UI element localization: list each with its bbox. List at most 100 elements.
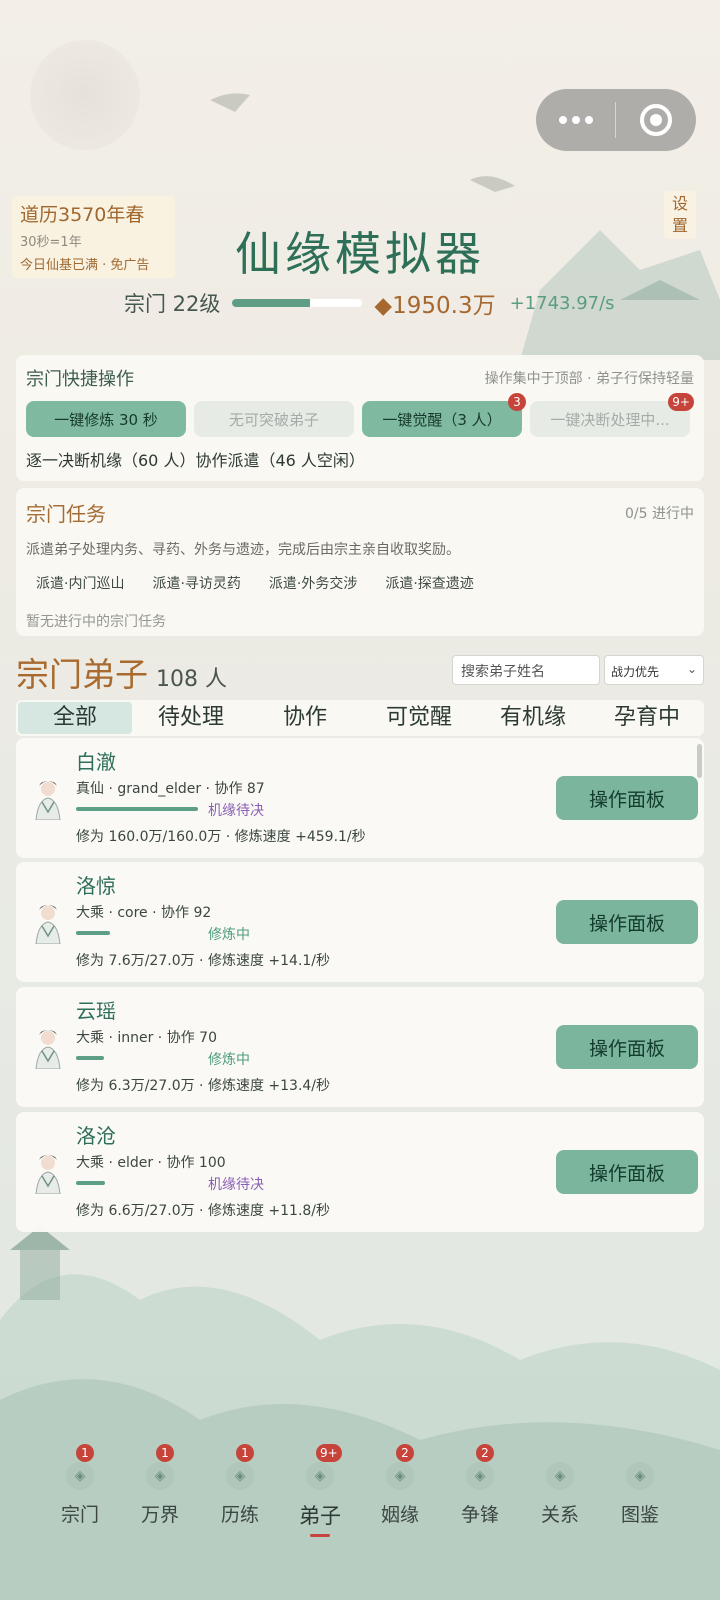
notification-badge: 2 — [396, 1444, 414, 1462]
trial-icon: ◈ — [226, 1462, 254, 1490]
disciples-title: 宗门弟子 — [16, 655, 148, 694]
dispatch-action[interactable]: 派遣·内门巡山 — [36, 573, 124, 593]
dispatch-action[interactable]: 派遣·寻访灵药 — [152, 573, 240, 593]
notification-badge: 9+ — [316, 1444, 342, 1462]
disciple-filter-tabs: 全部 待处理 协作 可觉醒 有机缘 孕育中 — [16, 700, 704, 736]
quick-action-button[interactable]: 一键觉醒（3 人） 3 — [362, 393, 526, 437]
filter-tab[interactable]: 待处理 — [134, 700, 248, 736]
nav-label: 图鉴 — [620, 1504, 659, 1526]
disciple-card[interactable]: 云瑶 大乘 · inner · 协作 70 修炼中 修为 6.3万/27.0万 · 修… — [16, 987, 704, 1107]
filter-tab[interactable]: 协作 — [248, 700, 362, 736]
avatar — [28, 776, 68, 821]
nav-label: 万界 — [140, 1504, 179, 1526]
avatar — [28, 1150, 68, 1195]
avatar — [28, 900, 68, 945]
disciple-card[interactable]: 洛沧 大乘 · elder · 协作 100 机缘待决 修为 6.6万/27.0万 ·… — [16, 1112, 704, 1232]
sect-level-progress-fill — [232, 299, 311, 307]
disciple-cultivation: 修为 7.6万/27.0万 · 修炼速度 +14.1/秒 — [76, 953, 331, 969]
codex-icon: ◈ — [626, 1462, 654, 1490]
nav-item[interactable]: 1 ◈ 历练 — [200, 1444, 280, 1550]
nav-item[interactable]: ◈ 关系 — [520, 1450, 600, 1550]
sect-task-empty: 暂无进行中的宗门任务 — [26, 614, 166, 630]
disciple-name: 云瑶 — [76, 999, 116, 1023]
disciple-meta: 大乘 · inner · 协作 70 — [76, 1030, 217, 1046]
dispatch-action[interactable]: 派遣·外务交涉 — [269, 573, 357, 593]
disciple-status: 修炼中 — [208, 927, 250, 943]
search-input[interactable]: 搜索弟子姓名 — [452, 655, 600, 685]
sect-task-description: 派遣弟子处理内务、寻药、外务与遗迹，完成后由宗主亲自收取奖励。 — [26, 542, 460, 558]
sort-select[interactable]: 战力优先 ⌄ — [604, 655, 704, 685]
nav-label: 争锋 — [460, 1504, 499, 1526]
quick-actions-panel: 宗门快捷操作 操作集中于顶部 · 弟子行保持轻量 一键修炼 30 秒 无可突破弟子… — [16, 355, 704, 481]
nav-item[interactable]: 9+ ◈ 弟子 — [280, 1444, 360, 1550]
quick-actions-hint: 操作集中于顶部 · 弟子行保持轻量 — [484, 371, 694, 387]
disciple-cultivation: 修为 160.0万/160.0万 · 修炼速度 +459.1/秒 — [76, 829, 366, 845]
notification-badge: 1 — [236, 1444, 254, 1462]
operation-panel-button[interactable]: 操作面板 — [556, 900, 698, 944]
operation-panel-button[interactable]: 操作面板 — [556, 1150, 698, 1194]
disciple-status: 机缘待决 — [208, 1177, 264, 1193]
filter-tab[interactable]: 全部 — [18, 702, 132, 734]
sect-task-panel: 宗门任务 0/5 进行中 派遣弟子处理内务、寻药、外务与遗迹，完成后由宗主亲自收… — [16, 488, 704, 636]
moon-decoration — [30, 40, 140, 150]
nav-item[interactable]: 1 ◈ 宗门 — [40, 1444, 120, 1550]
cultivation-progress — [76, 931, 198, 935]
quick-action-button[interactable]: 一键修炼 30 秒 — [26, 401, 186, 437]
sect-task-actions: 派遣·内门巡山 派遣·寻访灵药 派遣·外务交涉 派遣·探查遗迹 — [26, 573, 694, 593]
quick-actions-buttons: 一键修炼 30 秒 无可突破弟子 一键觉醒（3 人） 3 一键决断处理中... 9+ — [26, 393, 694, 437]
nav-item[interactable]: ◈ 图鉴 — [600, 1450, 680, 1550]
disciple-icon: ◈ — [306, 1462, 334, 1490]
notification-badge: 3 — [508, 393, 526, 411]
disciple-cultivation: 修为 6.6万/27.0万 · 修炼速度 +11.8/秒 — [76, 1203, 331, 1219]
spirit-stone-amount: ◆1950.3万 — [374, 293, 496, 319]
disciple-status: 机缘待决 — [208, 803, 264, 819]
filter-tab[interactable]: 孕育中 — [590, 700, 704, 736]
quick-action-label: 无可突破弟子 — [228, 410, 319, 429]
list-scrollbar[interactable] — [697, 744, 702, 778]
cultivation-progress-fill — [76, 807, 198, 811]
filter-tab[interactable]: 有机缘 — [476, 700, 590, 736]
operation-panel-button[interactable]: 操作面板 — [556, 1025, 698, 1069]
nav-item[interactable]: 2 ◈ 姻缘 — [360, 1444, 440, 1550]
nav-item[interactable]: 2 ◈ 争锋 — [440, 1444, 520, 1550]
cultivation-progress — [76, 1056, 198, 1060]
quick-actions-title: 宗门快捷操作 — [26, 369, 134, 390]
disciple-card[interactable]: 白澈 真仙 · grand_elder · 协作 87 机缘待决 修为 160.0万/… — [16, 738, 704, 858]
quick-actions-note[interactable]: 逐一决断机缘（60 人）协作派遣（46 人空闲） — [26, 447, 694, 471]
notification-badge: 2 — [476, 1444, 494, 1462]
more-dots-icon[interactable] — [536, 89, 615, 151]
bond-icon: ◈ — [386, 1462, 414, 1490]
notification-badge: 1 — [156, 1444, 174, 1462]
dispatch-action[interactable]: 派遣·探查遗迹 — [385, 573, 473, 593]
nav-label: 姻缘 — [380, 1504, 419, 1526]
disciples-header: 宗门弟子 108 人 — [16, 648, 227, 696]
sect-task-progress: 0/5 进行中 — [625, 505, 694, 522]
nav-label: 历练 — [220, 1504, 259, 1526]
sect-level: 宗门 22级 — [124, 292, 221, 316]
active-indicator — [310, 1534, 330, 1537]
sort-select-value: 战力优先 — [611, 665, 660, 679]
spirit-stone-rate: +1743.97/s — [509, 292, 615, 314]
quick-action-button[interactable]: 一键决断处理中... 9+ — [530, 393, 694, 437]
disciple-name: 洛沧 — [76, 1124, 116, 1148]
operation-panel-button[interactable]: 操作面板 — [556, 776, 698, 820]
disciple-cultivation: 修为 6.3万/27.0万 · 修炼速度 +13.4/秒 — [76, 1078, 331, 1094]
chevron-down-icon: ⌄ — [686, 662, 697, 676]
relation-icon: ◈ — [546, 1462, 574, 1490]
cultivation-progress-fill — [76, 1181, 106, 1185]
nav-item[interactable]: 1 ◈ 万界 — [120, 1444, 200, 1550]
quick-action-button[interactable]: 无可突破弟子 — [194, 401, 354, 437]
notification-badge: 9+ — [668, 393, 694, 411]
sect-icon: ◈ — [66, 1462, 94, 1490]
disciple-name: 白澈 — [76, 750, 116, 774]
disciple-card[interactable]: 洛惊 大乘 · core · 协作 92 修炼中 修为 7.6万/27.0万 · 修炼… — [16, 862, 704, 982]
disciple-name: 洛惊 — [76, 874, 116, 898]
filter-tab[interactable]: 可觉醒 — [362, 700, 476, 736]
quick-action-label: 一键觉醒（3 人） — [382, 410, 502, 429]
nav-label: 宗门 — [60, 1504, 99, 1526]
app-title: 仙缘模拟器 — [235, 227, 485, 281]
disciples-count: 108 人 — [156, 667, 227, 692]
mini-program-capsule — [536, 89, 696, 151]
cultivation-progress-fill — [76, 931, 111, 935]
target-icon[interactable] — [616, 89, 695, 151]
